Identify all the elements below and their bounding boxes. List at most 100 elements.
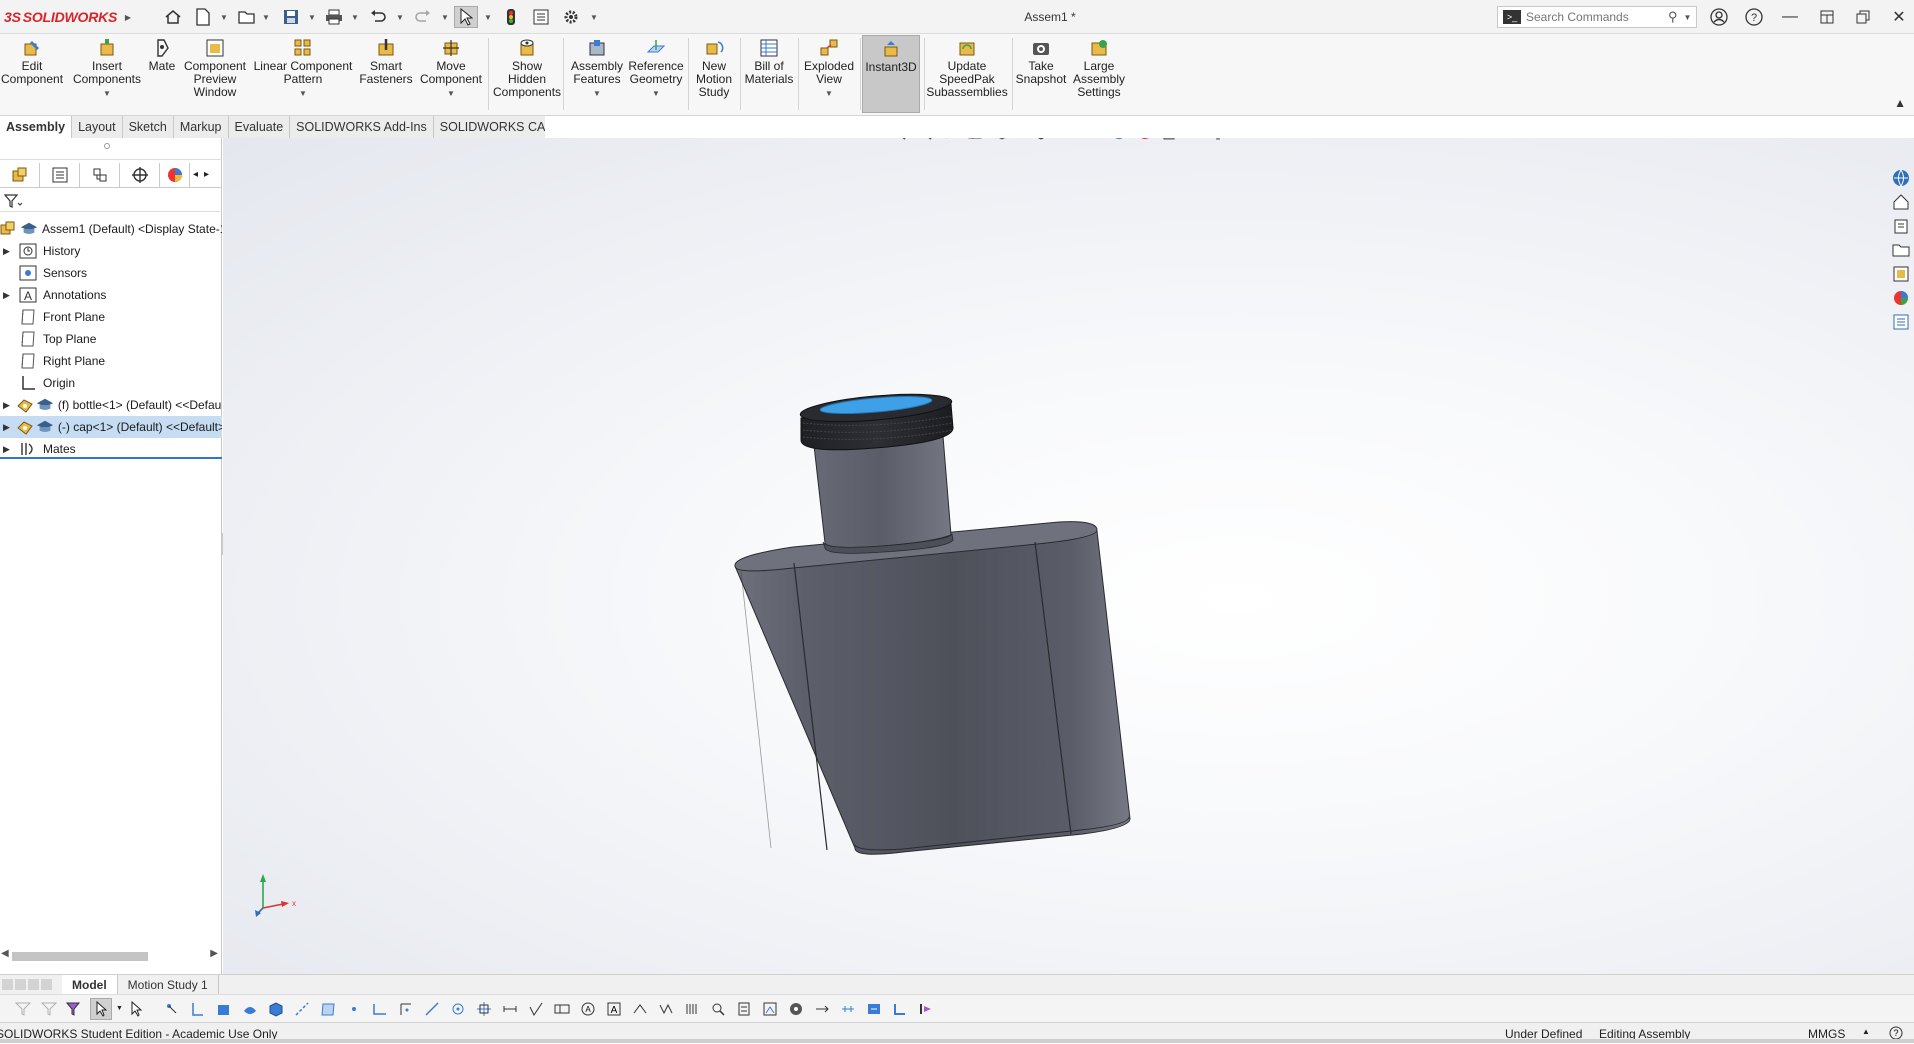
bottle-body[interactable] — [734, 521, 1131, 855]
filter-center-marks-icon[interactable] — [473, 998, 495, 1020]
help-icon[interactable]: ? — [1740, 5, 1768, 29]
search-icon[interactable]: ⚲ — [1668, 9, 1678, 25]
tree-root[interactable]: Assem1 (Default) <Display State-1> — [0, 218, 222, 240]
tab-addins[interactable]: SOLIDWORKS Add-Ins — [290, 116, 434, 138]
filter-sketch-segments-icon[interactable] — [369, 998, 391, 1020]
select-pointer-dropdown-icon[interactable]: ▼ — [116, 1005, 123, 1012]
units-dropdown-icon[interactable]: ▲ — [1862, 1027, 1870, 1036]
bill-of-materials-button[interactable]: Bill of Materials — [744, 38, 794, 86]
save-dropdown-icon[interactable]: ▼ — [308, 6, 316, 28]
tab-navigation[interactable] — [0, 976, 62, 994]
expand-icon[interactable]: ▶ — [3, 422, 10, 433]
propertymanager-tab-icon[interactable] — [40, 162, 80, 187]
bottle-model[interactable] — [223, 138, 1914, 974]
dimxpert-tab-icon[interactable] — [120, 162, 160, 187]
filter-geometric-tolerances-icon[interactable] — [551, 998, 573, 1020]
tree-item-bottle[interactable]: ▶ (f) bottle<1> (Default) <<Default>_Dis… — [0, 394, 222, 416]
filter-connection-points-icon[interactable] — [811, 998, 833, 1020]
configurationmanager-tab-icon[interactable] — [80, 162, 120, 187]
linear-component-pattern-button[interactable]: Linear Component Pattern ▼ — [253, 38, 353, 100]
close-icon[interactable]: ✕ — [1885, 5, 1913, 29]
assembly-features-dropdown-icon[interactable]: ▼ — [593, 87, 601, 100]
minimize-icon[interactable]: — — [1776, 5, 1804, 29]
filter-icon[interactable] — [4, 194, 22, 208]
tab-markup[interactable]: Markup — [173, 116, 229, 138]
smart-fasteners-button[interactable]: Smart Fasteners — [359, 38, 413, 86]
first-tab-icon[interactable] — [2, 979, 13, 990]
search-box[interactable]: >_ ⚲ ▼ — [1497, 6, 1697, 28]
exploded-view-dropdown-icon[interactable]: ▼ — [825, 87, 833, 100]
filter-sketch-segments2-icon[interactable] — [421, 998, 443, 1020]
select-icon[interactable] — [454, 6, 478, 28]
fm-tabs-left-icon[interactable]: ◂ — [193, 169, 198, 180]
take-snapshot-button[interactable]: Take Snapshot — [1016, 38, 1066, 86]
select-pointer-icon[interactable] — [90, 997, 112, 1020]
design-library-icon[interactable] — [1891, 192, 1911, 212]
print-icon[interactable] — [323, 6, 345, 28]
last-tab-icon[interactable] — [41, 979, 52, 990]
filter-edges-icon[interactable] — [187, 998, 209, 1020]
linear-pattern-dropdown-icon[interactable]: ▼ — [299, 87, 307, 100]
tab-sketch[interactable]: Sketch — [122, 116, 174, 138]
expand-icon[interactable]: ▶ — [3, 400, 10, 411]
tab-motion-study[interactable]: Motion Study 1 — [118, 974, 219, 995]
filter-dimensions-icon[interactable] — [499, 998, 521, 1020]
save-icon[interactable] — [280, 6, 302, 28]
filter-cosmetic-threads-icon[interactable] — [681, 998, 703, 1020]
edit-appearance-icon[interactable] — [1109, 138, 1129, 141]
featuremanager-tab-icon[interactable] — [0, 162, 40, 187]
filter-notes-icon[interactable]: A — [577, 998, 599, 1020]
select-dropdown-icon[interactable]: ▼ — [484, 6, 492, 28]
tree-item-top-plane[interactable]: Top Plane — [0, 328, 222, 350]
filter-sketch-points-icon[interactable] — [395, 998, 417, 1020]
view-settings-icon[interactable] — [1161, 138, 1181, 141]
filter-points-icon[interactable] — [343, 998, 365, 1020]
fm-tabs-right-icon[interactable]: ▸ — [204, 169, 209, 180]
reference-geometry-dropdown-icon[interactable]: ▼ — [652, 87, 660, 100]
solidworks-logo[interactable]: 3S SOLIDWORKS — [4, 7, 117, 27]
restore-icon[interactable] — [1849, 5, 1877, 29]
bottle-cap[interactable] — [799, 389, 954, 451]
filter-surface-finish-icon[interactable] — [525, 998, 547, 1020]
filter-mates-icon[interactable] — [863, 998, 885, 1020]
filter-datum-features-icon[interactable] — [759, 998, 781, 1020]
rebuild-icon[interactable] — [500, 6, 522, 28]
scrollbar-thumb[interactable] — [12, 952, 148, 961]
prev-tab-icon[interactable] — [15, 979, 26, 990]
filter-clear-icon[interactable] — [38, 998, 60, 1020]
scenes-icon[interactable] — [1891, 288, 1911, 308]
graphics-area[interactable]: ▼ ▼ ▼ ▼ ▼ ◧ ◨ — ❐ ✕ x — [223, 138, 1914, 974]
insert-components-button[interactable]: Insert Components ▼ — [70, 38, 144, 100]
next-tab-icon[interactable] — [28, 979, 39, 990]
section-view-icon[interactable] — [966, 138, 986, 141]
tab-assembly[interactable]: Assembly — [0, 116, 73, 138]
tree-item-front-plane[interactable]: Front Plane — [0, 306, 222, 328]
collapse-ribbon-icon[interactable]: ▲ — [1894, 96, 1906, 110]
new-dropdown-icon[interactable]: ▼ — [220, 6, 228, 28]
tab-model[interactable]: Model — [62, 974, 118, 995]
splitter-handle-icon[interactable] — [104, 143, 110, 149]
scroll-left-icon[interactable]: ◀ — [1, 948, 9, 959]
filter-midpoints-icon[interactable] — [447, 998, 469, 1020]
zoom-to-fit-icon[interactable] — [888, 138, 908, 141]
user-account-icon[interactable] — [1705, 5, 1733, 29]
new-document-icon[interactable] — [192, 6, 214, 28]
displaymanager-tab-icon[interactable] — [160, 162, 190, 187]
options-dropdown-icon[interactable]: ▼ — [590, 6, 598, 28]
filter-planes-icon[interactable] — [317, 998, 339, 1020]
filter-vertices-icon[interactable] — [161, 998, 183, 1020]
view-orientation-icon[interactable] — [992, 138, 1012, 141]
tree-item-annotations[interactable]: ▶ A Annotations — [0, 284, 222, 306]
apply-scene-icon[interactable] — [1135, 138, 1155, 141]
component-preview-window-button[interactable]: Component Preview Window — [183, 38, 247, 99]
expand-icon[interactable]: ▶ — [3, 246, 13, 257]
selection-filter-toggle-icon[interactable] — [127, 998, 149, 1020]
expand-icon[interactable]: ▶ — [3, 444, 13, 455]
zoom-to-area-icon[interactable] — [914, 138, 934, 141]
redo-icon[interactable] — [412, 6, 434, 28]
filter-selection-icon[interactable] — [64, 998, 86, 1020]
filter-axes-icon[interactable] — [291, 998, 313, 1020]
reference-geometry-button[interactable]: Reference Geometry ▼ — [628, 38, 684, 100]
file-explorer-icon[interactable] — [1891, 216, 1911, 236]
tree-item-history[interactable]: ▶ History — [0, 240, 222, 262]
